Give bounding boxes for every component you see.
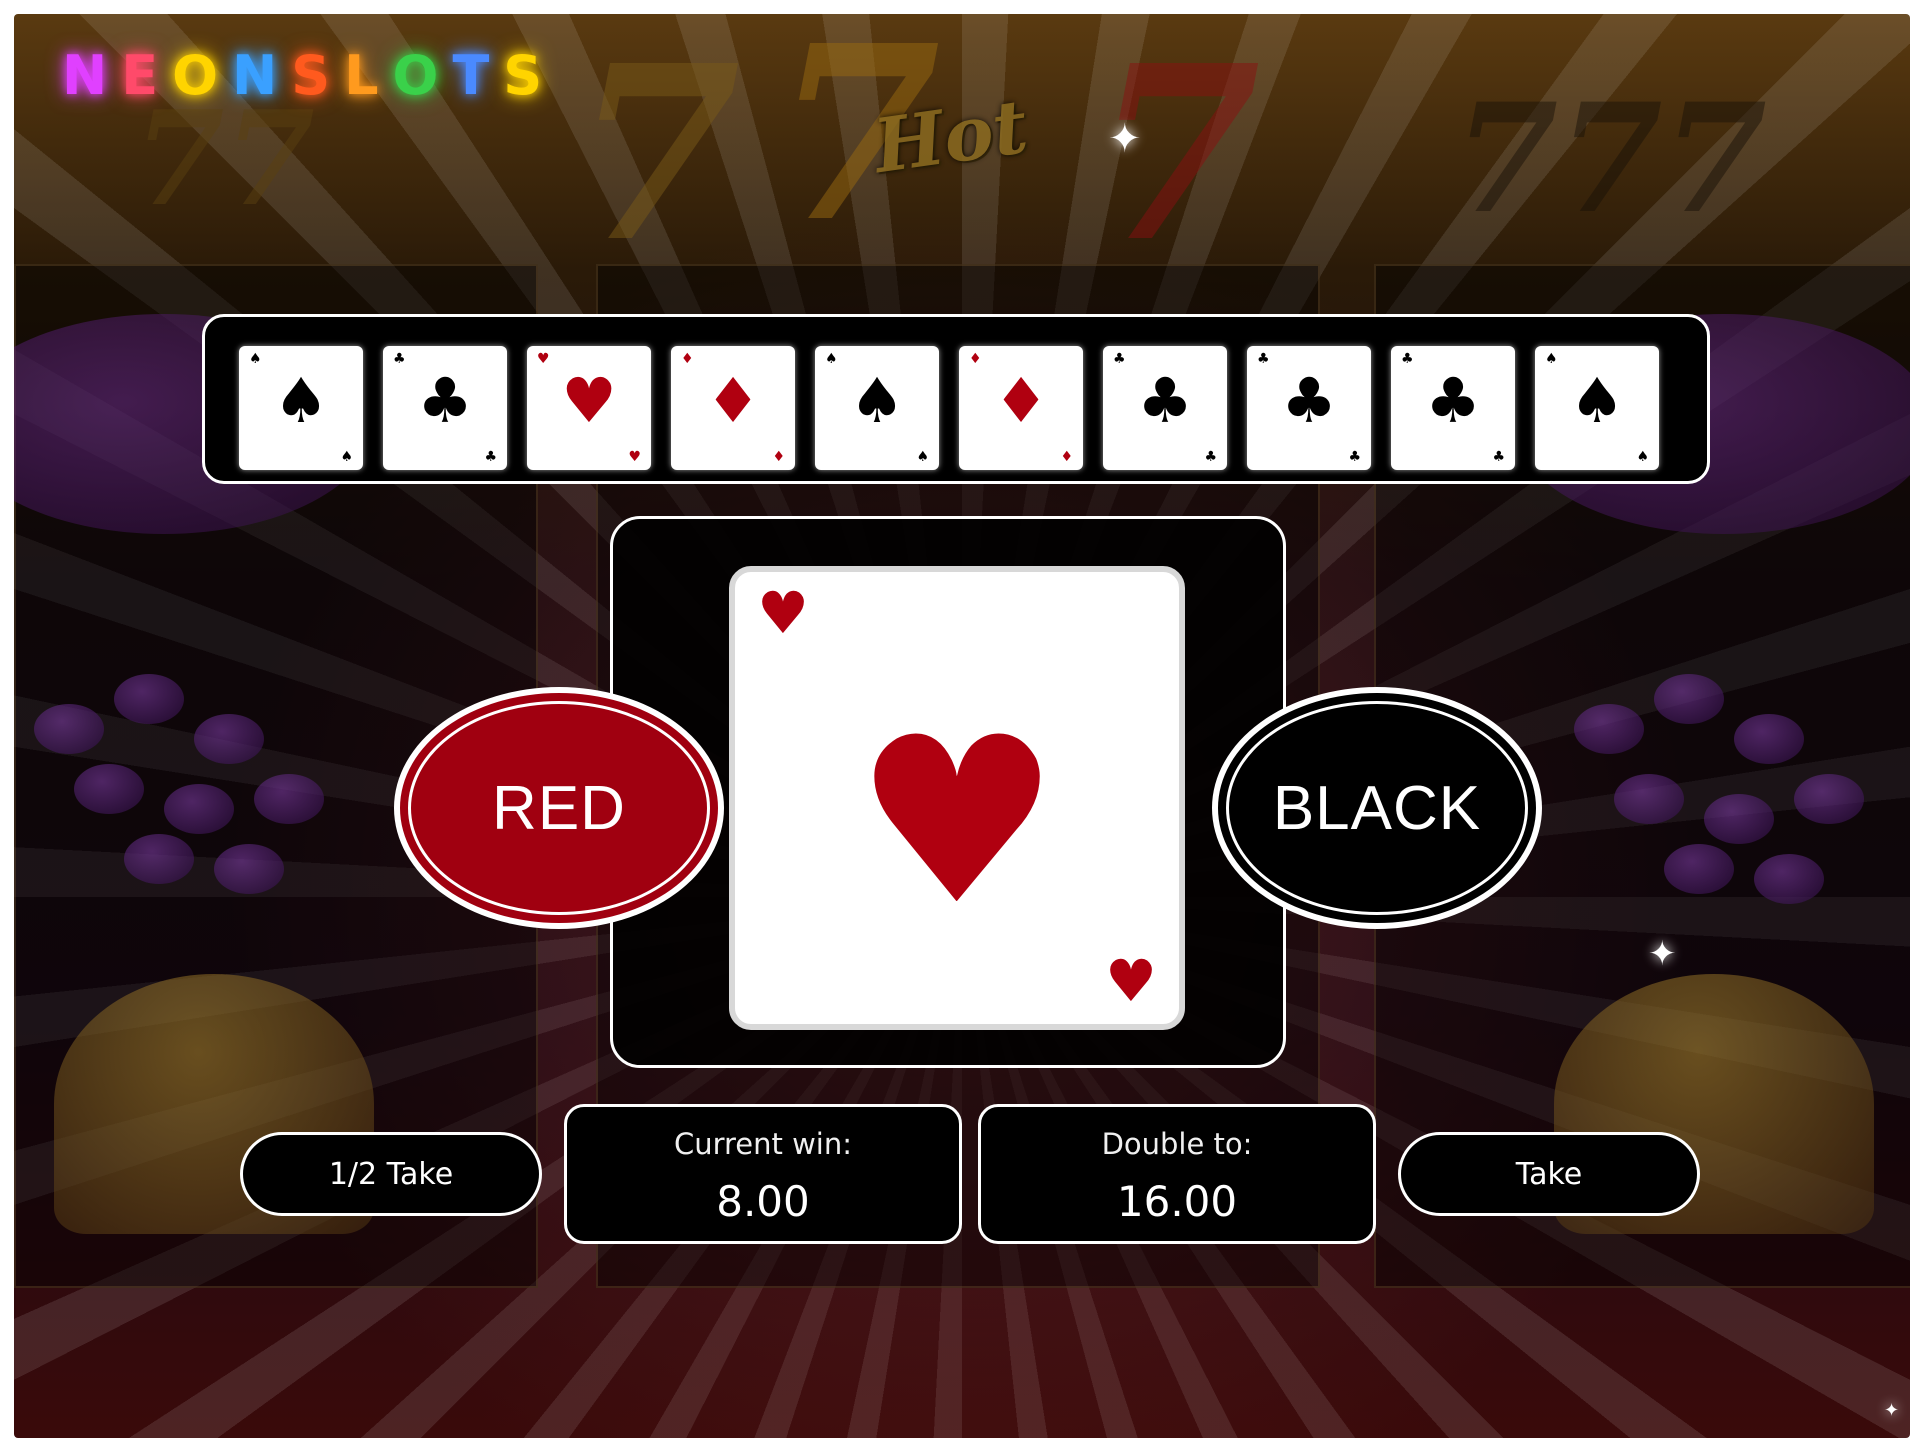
history-card-suit-icon: ♠ xyxy=(273,364,329,437)
background-grape-icon xyxy=(34,704,104,754)
history-card-pip-icon: ♦ xyxy=(1060,449,1073,465)
history-card-suit-icon: ♥ xyxy=(561,364,617,437)
background-grape-icon xyxy=(214,844,284,894)
history-card-pip-icon: ♠ xyxy=(340,449,353,465)
history-card-suit-icon: ♣ xyxy=(417,364,473,437)
double-to-panel: Double to: 16.00 xyxy=(978,1104,1376,1244)
sparkle-icon: ✦ xyxy=(1884,1400,1900,1421)
history-card-pip-icon: ♣ xyxy=(1113,351,1126,367)
black-button-label: BLACK xyxy=(1272,773,1482,843)
history-card-pip-icon: ♣ xyxy=(484,449,497,465)
history-card-pip-icon: ♦ xyxy=(772,449,785,465)
background-grape-icon xyxy=(1654,674,1724,724)
card-corner-suit-icon: ♥ xyxy=(757,579,809,647)
double-to-value: 16.00 xyxy=(1116,1177,1238,1226)
logo-letter: L xyxy=(344,44,385,107)
history-card-pip-icon: ♠ xyxy=(916,449,929,465)
background-seven-icon: 7 xyxy=(574,14,741,295)
card-heart-icon: ♥ xyxy=(853,689,1061,956)
black-button[interactable]: BLACK xyxy=(1212,687,1542,929)
history-card-pip-icon: ♣ xyxy=(393,351,406,367)
history-card: ♦ ♦ ♦ xyxy=(671,346,795,470)
history-card-suit-icon: ♣ xyxy=(1281,364,1337,437)
background-grape-icon xyxy=(1704,794,1774,844)
background-grape-icon xyxy=(1794,774,1864,824)
background-seven-icon: 777 xyxy=(1454,71,1768,247)
history-card-pip-icon: ♥ xyxy=(537,351,550,367)
background-grape-icon xyxy=(164,784,234,834)
background-seven-icon: 77 xyxy=(134,82,315,235)
history-card: ♠ ♠ ♠ xyxy=(239,346,363,470)
take-button[interactable]: Take xyxy=(1398,1132,1700,1216)
current-card: ♥ ♥ ♥ xyxy=(729,566,1185,1030)
history-card-pip-icon: ♣ xyxy=(1401,351,1414,367)
background-grape-icon xyxy=(1664,844,1734,894)
gamble-screen: 7 7 7 77 777 Hot NEONSLOTS ✦ ✦ ✦ ♠ ♠ ♠ ♣ ♣ ♣ ♥… xyxy=(14,14,1910,1438)
history-card-pip-icon: ♣ xyxy=(1492,449,1505,465)
half-take-button[interactable]: 1/2 Take xyxy=(240,1132,542,1216)
history-card-suit-icon: ♦ xyxy=(993,364,1049,437)
history-card-pip-icon: ♣ xyxy=(1204,449,1217,465)
history-card-pip-icon: ♣ xyxy=(1348,449,1361,465)
logo-letter: E xyxy=(121,44,165,107)
logo-letter: O xyxy=(392,44,445,107)
history-card-suit-icon: ♦ xyxy=(705,364,761,437)
background-grape-icon xyxy=(114,674,184,724)
history-card-pip-icon: ♣ xyxy=(1257,351,1270,367)
history-card: ♦ ♦ ♦ xyxy=(959,346,1083,470)
history-card: ♣ ♣ ♣ xyxy=(1247,346,1371,470)
neonslots-logo: NEONSLOTS xyxy=(62,44,548,107)
history-card-pip-icon: ♠ xyxy=(1545,351,1558,367)
history-card-pip-icon: ♠ xyxy=(1636,449,1649,465)
logo-letter: N xyxy=(62,44,114,107)
history-card: ♣ ♣ ♣ xyxy=(383,346,507,470)
logo-letter: S xyxy=(291,44,337,107)
background-grape-icon xyxy=(254,774,324,824)
current-win-label: Current win: xyxy=(673,1127,853,1161)
history-card: ♥ ♥ ♥ xyxy=(527,346,651,470)
history-card: ♣ ♣ ♣ xyxy=(1103,346,1227,470)
current-win-value: 8.00 xyxy=(716,1177,810,1226)
background-grape-icon xyxy=(194,714,264,764)
background-grape-icon xyxy=(1614,774,1684,824)
logo-letter: N xyxy=(232,44,284,107)
history-card-suit-icon: ♠ xyxy=(849,364,905,437)
history-card-pip-icon: ♠ xyxy=(825,351,838,367)
card-corner-suit-icon: ♥ xyxy=(1105,947,1157,1015)
red-button-label: RED xyxy=(492,773,626,843)
card-history-strip: ♠ ♠ ♠ ♣ ♣ ♣ ♥ ♥ ♥ ♦ ♦ ♦ ♠ ♠ ♠ ♦ ♦ ♦ ♣ ♣ ♣ ♣ ♣ ♣ ♣ ♣ ♣ ♠ ♠ ♠ xyxy=(202,314,1710,484)
history-card-pip-icon: ♥ xyxy=(628,449,641,465)
logo-letter: T xyxy=(452,44,496,107)
background-grape-icon xyxy=(124,834,194,884)
history-card-pip-icon: ♦ xyxy=(969,351,982,367)
history-card: ♠ ♠ ♠ xyxy=(1535,346,1659,470)
history-card-suit-icon: ♣ xyxy=(1425,364,1481,437)
history-card: ♠ ♠ ♠ xyxy=(815,346,939,470)
history-card-suit-icon: ♠ xyxy=(1569,364,1625,437)
logo-letter: S xyxy=(503,44,549,107)
double-to-label: Double to: xyxy=(1101,1127,1253,1161)
history-card-suit-icon: ♣ xyxy=(1137,364,1193,437)
background-grape-icon xyxy=(1754,854,1824,904)
history-card-pip-icon: ♠ xyxy=(249,351,262,367)
history-card: ♣ ♣ ♣ xyxy=(1391,346,1515,470)
current-win-panel: Current win: 8.00 xyxy=(564,1104,962,1244)
background-grape-icon xyxy=(74,764,144,814)
history-card-pip-icon: ♦ xyxy=(681,351,694,367)
sparkle-icon: ✦ xyxy=(1648,934,1677,974)
logo-letter: O xyxy=(172,44,224,107)
red-button[interactable]: RED xyxy=(394,687,724,929)
background-grape-icon xyxy=(1734,714,1804,764)
sparkle-icon: ✦ xyxy=(1108,116,1142,162)
background-grape-icon xyxy=(1574,704,1644,754)
